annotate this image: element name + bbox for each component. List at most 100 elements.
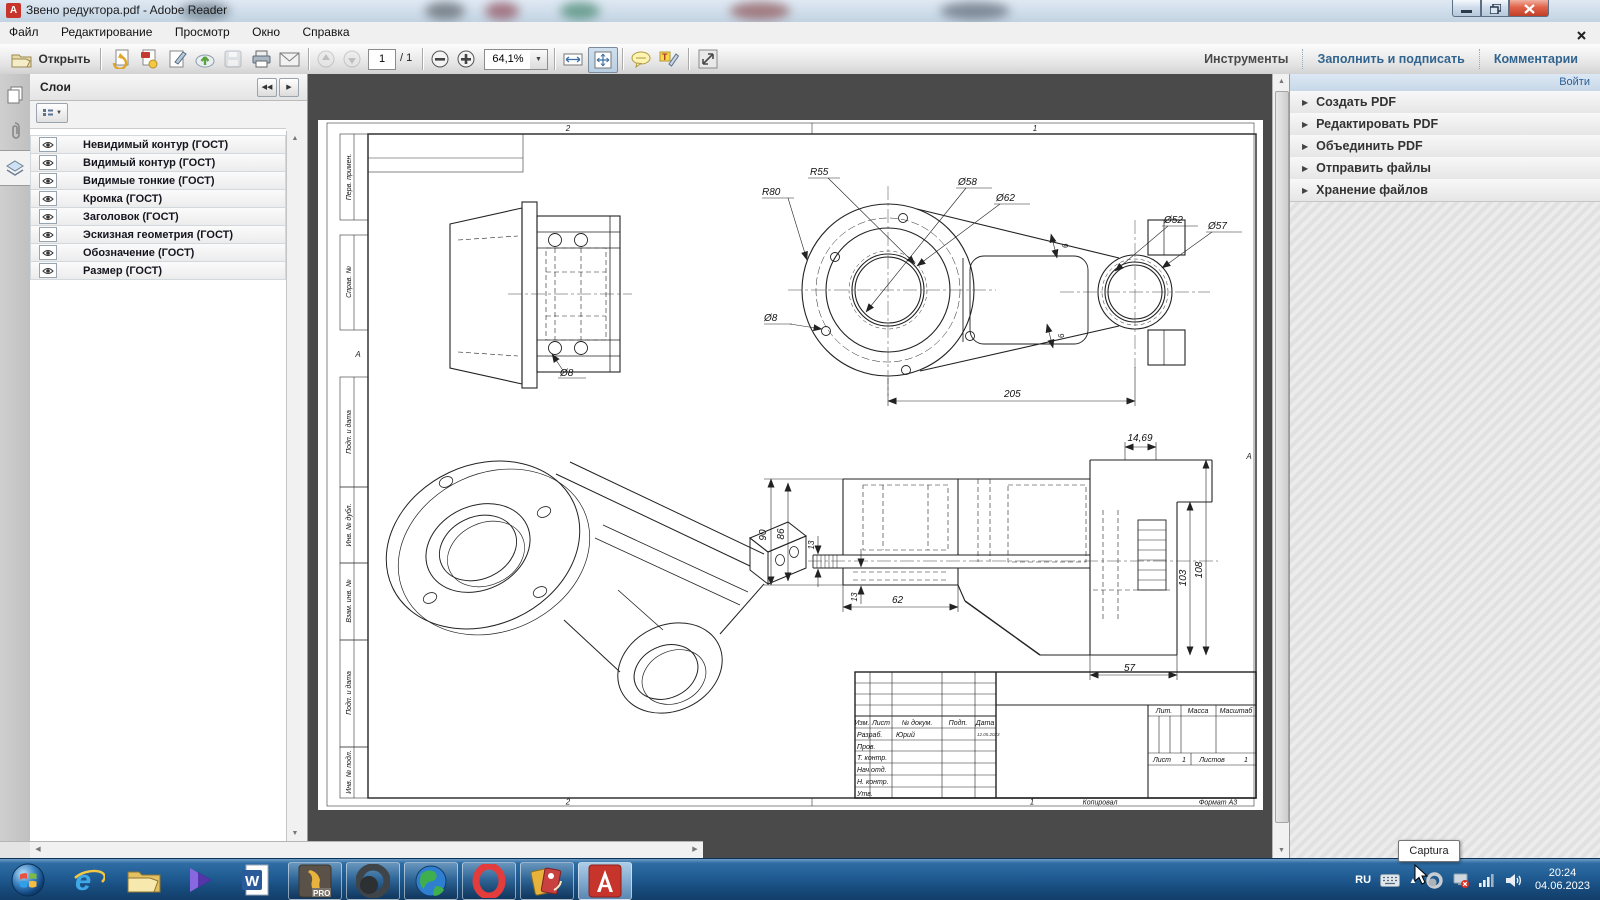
tab-tools[interactable]: Инструменты xyxy=(1190,49,1302,69)
taskbar-media-icon[interactable] xyxy=(520,862,574,900)
document-vertical-scrollbar[interactable]: ▲ ▼ xyxy=(1272,74,1290,858)
tab-fill-sign[interactable]: Заполнить и подписать xyxy=(1302,49,1478,69)
comment-button[interactable] xyxy=(628,47,654,71)
scroll-down-icon[interactable]: ▼ xyxy=(287,826,303,841)
taskbar-inventor-pro-icon[interactable]: PRO xyxy=(288,862,342,900)
clock[interactable]: 20:24 04.06.2023 xyxy=(1535,867,1590,893)
scrollbar-thumb[interactable] xyxy=(1275,91,1289,823)
menubar-close-icon[interactable] xyxy=(1577,27,1586,45)
layer-row[interactable]: Видимые тонкие (ГОСТ) xyxy=(30,172,286,190)
menu-view[interactable]: Просмотр xyxy=(166,22,239,42)
sign-in-link[interactable]: Войти xyxy=(1559,76,1590,88)
tb-value: 12.05.2023 xyxy=(977,732,1000,737)
network-icon[interactable] xyxy=(1452,873,1470,888)
scroll-down-icon[interactable]: ▼ xyxy=(1273,843,1290,858)
close-button[interactable] xyxy=(1509,0,1549,17)
margin-label: Справ. № xyxy=(346,266,353,298)
eye-icon[interactable] xyxy=(39,263,57,278)
start-button[interactable] xyxy=(6,862,50,898)
clock-date: 04.06.2023 xyxy=(1535,880,1590,893)
page-number-input[interactable]: 1 xyxy=(368,49,396,70)
convert-pdf-button[interactable] xyxy=(108,47,134,71)
horizontal-scrollbar[interactable]: ◀ ▶ xyxy=(30,841,703,859)
pages-panel-tab[interactable] xyxy=(0,78,30,112)
section-edit-pdf[interactable]: ▶ Редактировать PDF xyxy=(1290,113,1600,136)
taskbar-captura-icon[interactable] xyxy=(346,862,400,900)
page-up-button[interactable] xyxy=(314,47,338,71)
dim-label: R55 xyxy=(810,167,829,178)
fit-page-button[interactable] xyxy=(588,47,618,73)
highlight-button[interactable]: T xyxy=(656,47,682,71)
email-button[interactable] xyxy=(276,47,302,71)
svg-text:e: e xyxy=(75,865,91,896)
zoom-dropdown-icon[interactable]: ▼ xyxy=(530,49,548,70)
restore-button[interactable] xyxy=(1481,0,1509,17)
side-view xyxy=(450,202,632,388)
cloud-upload-button[interactable] xyxy=(192,47,218,71)
layer-row[interactable]: Видимый контур (ГОСТ) xyxy=(30,154,286,172)
layer-row[interactable]: Эскизная геометрия (ГОСТ) xyxy=(30,226,286,244)
taskbar-ie-icon[interactable]: e xyxy=(62,862,114,898)
fit-width-button[interactable] xyxy=(560,47,586,71)
keyboard-icon[interactable] xyxy=(1380,874,1400,887)
tab-comments[interactable]: Комментарии xyxy=(1479,49,1592,69)
layers-panel-tab[interactable] xyxy=(0,150,30,186)
menu-file[interactable]: Файл xyxy=(0,22,48,42)
tb-label: Лит. xyxy=(1155,708,1172,715)
eye-icon[interactable] xyxy=(39,155,57,170)
taskbar-globe-icon[interactable] xyxy=(404,862,458,900)
layer-row[interactable]: Кромка (ГОСТ) xyxy=(30,190,286,208)
collapse-panel-button[interactable]: ◀◀ xyxy=(257,78,277,97)
taskbar-adobe-reader-icon[interactable] xyxy=(578,862,632,900)
taskbar-opera-icon[interactable] xyxy=(462,862,516,900)
zoom-in-button[interactable] xyxy=(454,47,478,71)
scroll-left-icon[interactable]: ◀ xyxy=(30,842,46,858)
menu-help[interactable]: Справка xyxy=(293,22,358,42)
scroll-up-icon[interactable]: ▲ xyxy=(1273,74,1290,89)
section-create-pdf[interactable]: ▶ Создать PDF xyxy=(1290,91,1600,114)
section-combine-pdf[interactable]: ▶ Объединить PDF xyxy=(1290,135,1600,158)
section-send-files[interactable]: ▶ Отправить файлы xyxy=(1290,157,1600,180)
eye-icon[interactable] xyxy=(39,245,57,260)
language-indicator[interactable]: RU xyxy=(1355,874,1371,886)
layer-row[interactable]: Обозначение (ГОСТ) xyxy=(30,244,286,262)
panel-options-button[interactable]: ▶ xyxy=(279,78,299,97)
signal-bars-icon[interactable] xyxy=(1479,873,1496,887)
fullscreen-button[interactable] xyxy=(694,47,722,71)
open-button[interactable]: Открыть xyxy=(8,47,94,71)
eye-icon[interactable] xyxy=(39,191,57,206)
create-pdf-button[interactable] xyxy=(136,47,162,71)
print-button[interactable] xyxy=(248,47,274,71)
layer-row[interactable]: Невидимый контур (ГОСТ) xyxy=(30,135,286,154)
speaker-icon[interactable] xyxy=(1505,873,1522,888)
layer-row[interactable]: Заголовок (ГОСТ) xyxy=(30,208,286,226)
taskbar-word-icon[interactable]: W xyxy=(230,862,282,898)
zoom-level-input[interactable]: 64,1% xyxy=(484,49,532,70)
scroll-up-icon[interactable]: ▲ xyxy=(287,131,303,146)
eye-icon[interactable] xyxy=(39,209,57,224)
eye-icon[interactable] xyxy=(39,173,57,188)
tb-label: Листов xyxy=(1198,757,1225,764)
scroll-right-icon[interactable]: ▶ xyxy=(687,842,703,858)
menu-edit[interactable]: Редактирование xyxy=(52,22,161,42)
layers-panel-scrollbar[interactable]: ▲ ▼ xyxy=(286,131,303,841)
chevron-right-icon: ▶ xyxy=(1302,98,1308,107)
eye-icon[interactable] xyxy=(39,227,57,242)
menu-window[interactable]: Окно xyxy=(243,22,289,42)
save-button[interactable] xyxy=(220,47,246,71)
eye-icon[interactable] xyxy=(39,137,57,152)
page-down-button[interactable] xyxy=(340,47,364,71)
minimize-button[interactable] xyxy=(1452,0,1481,17)
tb-label: Изм. xyxy=(855,720,870,727)
zoom-out-button[interactable] xyxy=(428,47,452,71)
sign-button[interactable] xyxy=(164,47,190,71)
toolbar: Открыть 1 / 1 xyxy=(0,44,1600,75)
layers-menu-button[interactable]: ▼ xyxy=(36,103,68,123)
layer-label: Невидимый контур (ГОСТ) xyxy=(83,139,228,151)
dim-label: Ø52 xyxy=(1163,215,1183,226)
taskbar-explorer-icon[interactable] xyxy=(118,862,170,898)
layer-row[interactable]: Размер (ГОСТ) xyxy=(30,262,286,280)
taskbar-kmplayer-icon[interactable] xyxy=(174,862,226,898)
attachments-panel-tab[interactable] xyxy=(0,114,30,148)
section-store-files[interactable]: ▶ Хранение файлов xyxy=(1290,179,1600,202)
